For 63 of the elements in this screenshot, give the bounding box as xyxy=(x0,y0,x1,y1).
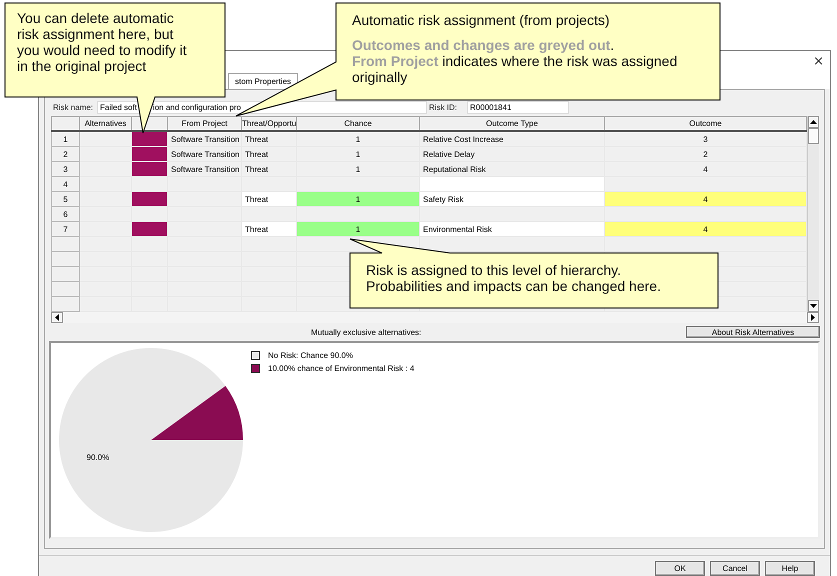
column-header: Outcome xyxy=(604,116,806,131)
table-cell: Software Transition xyxy=(168,146,242,162)
field-text: Failed soft xyxy=(100,102,137,112)
table-cell: Software Transition xyxy=(168,162,242,176)
row-number: 4 xyxy=(52,176,80,192)
row-number: 3 xyxy=(52,162,80,176)
callout-text: You can delete automatic risk assignment here, but you would need to modify it in the original project xyxy=(17,10,187,74)
callout-text: Automatic risk assignment (from projects) xyxy=(352,12,611,28)
scroll-thumb[interactable] xyxy=(808,128,819,144)
column-header: From Project xyxy=(168,116,242,131)
left-arrow-icon[interactable] xyxy=(55,314,59,321)
column-header: Chance xyxy=(296,116,420,131)
row-number: 1 xyxy=(52,131,80,146)
table-cell: 1 xyxy=(296,146,420,162)
field-text: ion and configuration pro xyxy=(152,102,241,112)
callout-text: Probabilities and impacts can be changed here. xyxy=(366,278,662,294)
column-header: Outcome Type xyxy=(420,116,604,131)
table-cell: Threat xyxy=(242,131,296,146)
table-cell: 1 xyxy=(296,192,420,206)
table-cell: Relative Cost Increase xyxy=(420,131,604,146)
vertical-scrollbar[interactable] xyxy=(807,116,819,312)
field-label: Risk ID: xyxy=(429,102,458,112)
table-cell: Relative Delay xyxy=(420,146,604,162)
table-cell: Threat xyxy=(242,162,296,176)
right-arrow-icon[interactable] xyxy=(811,314,815,321)
table-cell: Safety Risk xyxy=(420,192,604,206)
table-cell: 1 xyxy=(296,131,420,146)
table-cell: Threat xyxy=(242,222,296,236)
section-caption: Mutually exclusive alternatives: xyxy=(311,328,422,336)
dialog-button[interactable]: Help xyxy=(765,561,815,576)
row-number: 6 xyxy=(52,206,80,222)
legend-label: 10.00% chance of Environmental Risk : 4 xyxy=(268,364,414,373)
about-button[interactable]: About Risk Alternatives xyxy=(686,326,820,338)
callout-text: Outcomes and changes are greyed out. xyxy=(352,37,616,53)
table-cell: 4 xyxy=(604,192,806,206)
table-cell: 4 xyxy=(604,222,806,236)
table-cell: 1 xyxy=(296,222,420,236)
down-arrow-icon[interactable] xyxy=(810,304,817,308)
table-cell: Threat xyxy=(242,192,296,206)
table-cell: 1 xyxy=(296,162,420,176)
row-number: 2 xyxy=(52,146,80,162)
callout-text: Risk is assigned to this level of hierarchy. xyxy=(366,262,622,278)
horizontal-scrollbar[interactable] xyxy=(51,312,819,323)
slice-label: 90.0% xyxy=(86,453,110,462)
table-cell: Threat xyxy=(242,146,296,162)
field-label: Risk name: xyxy=(53,102,94,112)
dialog-button[interactable]: OK xyxy=(655,561,705,576)
dialog-button[interactable]: Cancel xyxy=(710,561,760,576)
column-header: Alternatives xyxy=(80,116,132,131)
table-cell: Software Transition xyxy=(168,131,242,146)
table-cell: 2 xyxy=(604,146,806,162)
tab[interactable]: stom Properties xyxy=(228,73,298,89)
table-cell: Environmental Risk xyxy=(420,222,604,236)
close-button[interactable]: × xyxy=(807,54,830,68)
table-cell: 3 xyxy=(604,131,806,146)
legend-label: No Risk: Chance 90.0% xyxy=(268,351,353,360)
table-cell: 4 xyxy=(604,162,806,176)
callout-text: From Project indicates where the risk was assigned originally xyxy=(352,53,678,85)
risk-id-field[interactable]: R00001841 xyxy=(467,100,570,114)
row-number: 5 xyxy=(52,192,80,206)
up-arrow-icon[interactable] xyxy=(810,120,817,124)
row-number: 7 xyxy=(52,222,80,236)
column-header: Threat/Opportu xyxy=(242,116,296,131)
